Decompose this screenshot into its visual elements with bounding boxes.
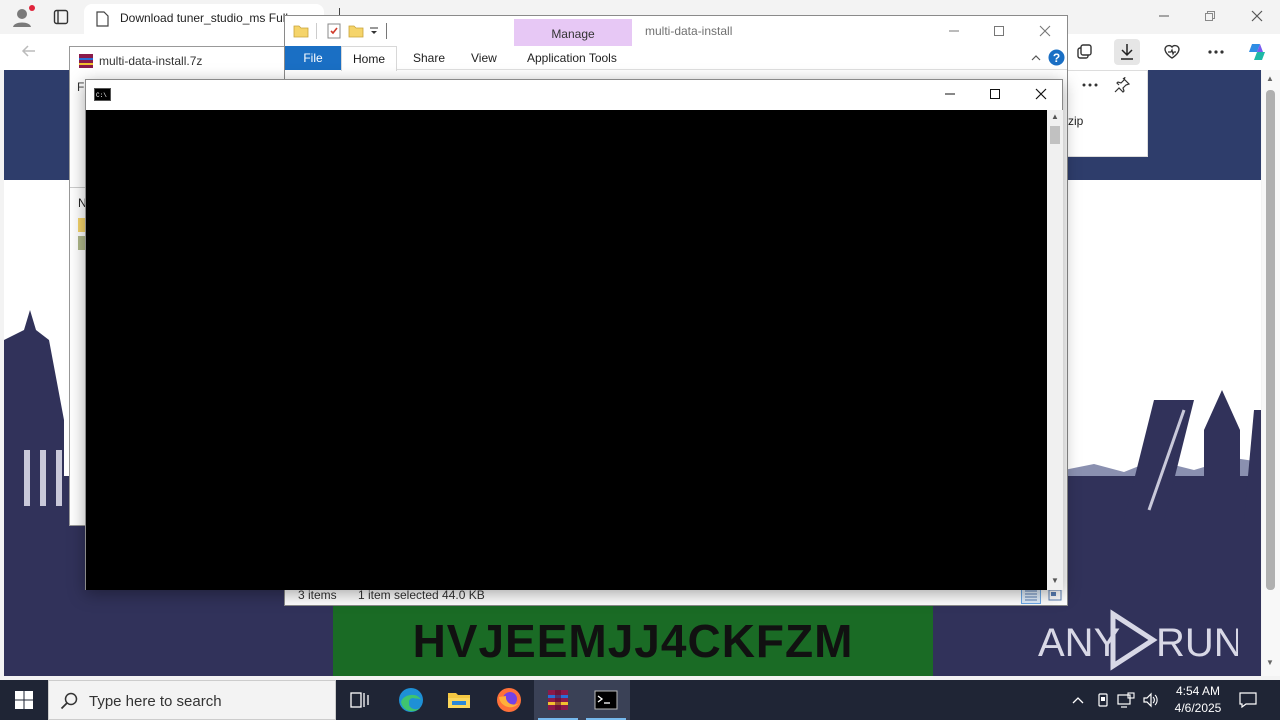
console-minimize-icon[interactable]	[938, 84, 962, 104]
browser-close-icon[interactable]	[1245, 6, 1269, 26]
download-item-name[interactable]: zip	[1068, 114, 1083, 128]
notifications-icon[interactable]	[1238, 690, 1258, 710]
winrar-taskbar-icon[interactable]	[534, 680, 582, 720]
browser-restore-icon[interactable]	[1198, 6, 1222, 26]
tab-actions-icon[interactable]	[50, 6, 72, 28]
explorer-minimize-icon[interactable]	[942, 21, 966, 41]
clock-time: 4:54 AM	[1175, 684, 1221, 698]
browser-essentials-icon[interactable]	[1159, 39, 1185, 65]
windows-start-icon[interactable]	[0, 680, 48, 720]
explorer-close-icon[interactable]	[1033, 21, 1057, 41]
tab-title: Download tuner_studio_ms Full	[120, 11, 289, 25]
ribbon-tab-application-tools[interactable]: Application Tools	[527, 51, 617, 65]
ribbon-manage-group[interactable]: Manage	[514, 19, 632, 46]
edge-browser-icon[interactable]	[387, 680, 435, 720]
downloads-icon[interactable]	[1114, 39, 1140, 65]
explorer-maximize-icon[interactable]	[987, 21, 1011, 41]
qat-dropdown-icon[interactable]	[367, 24, 381, 38]
title-divider	[386, 23, 387, 39]
scroll-up-icon[interactable]: ▲	[1266, 74, 1274, 83]
page-scrollbar[interactable]: ▲ ▼	[1262, 70, 1280, 676]
watermark-left-text: ANY	[1038, 621, 1120, 665]
more-options-icon[interactable]	[1203, 39, 1229, 65]
search-placeholder: Type here to search	[89, 693, 222, 710]
collections-icon[interactable]	[1071, 39, 1097, 65]
help-icon[interactable]: ?	[1048, 49, 1065, 66]
taskbar: Type here to search 4:54 AM 4/6/2025	[0, 680, 1280, 720]
explorer-folder-icon	[292, 22, 310, 40]
console-output[interactable]	[86, 110, 1047, 590]
firefox-icon[interactable]	[485, 680, 533, 720]
console-scroll-up-icon[interactable]: ▲	[1051, 112, 1059, 121]
new-folder-icon[interactable]	[347, 22, 365, 40]
console-taskbar-icon[interactable]	[582, 680, 630, 720]
page-icon	[94, 10, 110, 28]
captcha-banner: HVJEEMJJ4CKFZM	[333, 606, 933, 676]
captcha-text: HVJEEMJJ4CKFZM	[412, 615, 854, 667]
ribbon-tab-share[interactable]: Share	[413, 51, 445, 65]
console-scrollbar[interactable]: ▲ ▼	[1047, 110, 1063, 590]
taskbar-search-box[interactable]: Type here to search	[48, 680, 336, 720]
console-scroll-thumb[interactable]	[1050, 126, 1060, 144]
copilot-icon[interactable]	[1244, 39, 1270, 65]
task-view-icon[interactable]	[336, 680, 384, 720]
tray-clock[interactable]: 4:54 AM 4/6/2025	[1165, 683, 1231, 717]
console-window[interactable]: C:\ ▲ ▼	[85, 79, 1063, 590]
ribbon-collapse-icon[interactable]	[1029, 50, 1043, 64]
watermark-right-text: RUN	[1156, 621, 1238, 665]
back-arrow-icon[interactable]	[18, 40, 40, 62]
console-close-icon[interactable]	[1029, 84, 1053, 104]
console-app-icon: C:\	[94, 88, 111, 101]
winrar-app-icon	[78, 53, 94, 69]
status-item-count: 3 items	[298, 588, 337, 602]
pin-icon[interactable]	[1110, 73, 1134, 97]
downloads-more-icon[interactable]	[1078, 73, 1102, 97]
file-explorer-icon[interactable]	[435, 680, 483, 720]
search-icon	[59, 691, 79, 711]
qat-divider	[316, 23, 317, 39]
anyrun-watermark: ANY RUN	[1038, 608, 1243, 672]
ribbon-tab-home[interactable]: Home	[341, 46, 397, 71]
network-icon[interactable]	[1116, 690, 1136, 710]
scroll-down-icon[interactable]: ▼	[1266, 658, 1274, 667]
console-scroll-down-icon[interactable]: ▼	[1051, 576, 1059, 585]
browser-minimize-icon[interactable]	[1152, 6, 1176, 26]
winrar-title: multi-data-install.7z	[99, 54, 203, 68]
ribbon-tab-view[interactable]: View	[471, 51, 497, 65]
tray-overflow-icon[interactable]	[1068, 690, 1088, 710]
clock-date: 4/6/2025	[1174, 701, 1222, 715]
tray-device-icon[interactable]	[1093, 690, 1113, 710]
volume-icon[interactable]	[1141, 690, 1161, 710]
downloads-panel: zip	[1068, 70, 1148, 157]
console-maximize-icon[interactable]	[983, 84, 1007, 104]
svg-text:C:\: C:\	[96, 92, 107, 99]
notification-dot	[29, 5, 35, 11]
svg-text:?: ?	[1053, 51, 1060, 65]
scroll-thumb[interactable]	[1266, 90, 1275, 590]
ribbon-tab-file[interactable]: File	[285, 46, 341, 70]
status-selection: 1 item selected 44.0 KB	[358, 588, 485, 602]
explorer-ribbon: File Home Share View Application Tools ?	[285, 46, 1067, 71]
properties-icon[interactable]	[325, 22, 343, 40]
explorer-title: multi-data-install	[645, 24, 733, 38]
